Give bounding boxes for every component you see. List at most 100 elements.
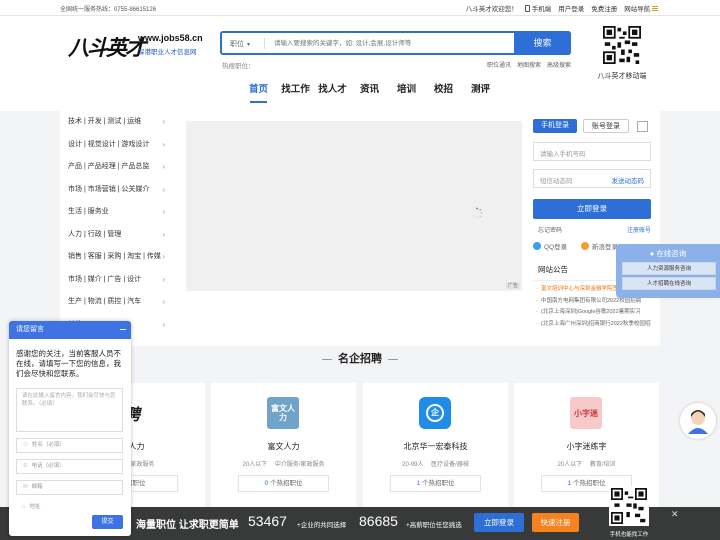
address-field[interactable]: ⌂ 地址 bbox=[16, 501, 123, 516]
company-name: 北京华一宏泰科技 bbox=[403, 442, 468, 451]
search-type-select[interactable]: 职位 ▾ bbox=[230, 39, 250, 49]
consult-title: ● 在线咨询 bbox=[619, 247, 717, 260]
qr-code-icon bbox=[603, 26, 641, 64]
category-item[interactable]: 生产 | 物流 | 质控 | 汽车 › bbox=[60, 291, 175, 314]
site-logo[interactable]: 八斗英才 www.jobs58.cn 深港职业人才信息网 bbox=[68, 32, 203, 60]
search-type-label: 职位 bbox=[230, 41, 244, 48]
phone-field[interactable]: ✆ 电话（必填） bbox=[16, 459, 123, 474]
weibo-label: 新浪登录 bbox=[592, 244, 618, 251]
menu-icon bbox=[652, 6, 658, 11]
send-code-button[interactable]: 发送动态码 bbox=[612, 175, 645, 185]
company-card[interactable]: 企 北京华一宏泰科技 20-99人 医疗设备/器械 1 个热招职位 bbox=[363, 383, 508, 508]
logo-sub: 深港职业人才信息网 bbox=[138, 49, 197, 56]
category-label: 市场 | 市场营销 | 公关媒介 bbox=[68, 185, 150, 193]
company-meta: 20人以下 教育/培训 bbox=[557, 462, 616, 468]
category-list: 技术 | 开发 | 测试 | 运维 › 设计 | 视觉设计 | 游戏设计 › 产品 … bbox=[60, 111, 175, 346]
mail-icon: ✉ bbox=[23, 484, 28, 490]
category-item[interactable]: 设计 | 视觉设计 | 游戏设计 › bbox=[60, 134, 175, 157]
nav-find-job[interactable]: 找工作 bbox=[277, 83, 314, 109]
tab-account-login[interactable]: 账号登录 bbox=[583, 119, 629, 133]
category-item[interactable]: 销售 | 客服 | 采购 | 淘宝 | 传媒 › bbox=[60, 246, 175, 269]
banner-slider[interactable]: 广告 bbox=[186, 121, 522, 291]
advanced-search-link[interactable]: 高级搜索 bbox=[547, 60, 571, 69]
company-count-text: +企业的共同选择 bbox=[297, 522, 347, 529]
logo-url: www.jobs58.cn bbox=[138, 33, 203, 43]
service-agent-icon bbox=[688, 410, 708, 434]
chevron-right-icon: › bbox=[162, 229, 165, 239]
jobs-count: 0 bbox=[264, 480, 269, 487]
jobs-count: 1 bbox=[416, 480, 421, 487]
chevron-right-icon: › bbox=[162, 319, 165, 329]
category-item[interactable]: 市场 | 媒介 | 广告 | 设计 › bbox=[60, 269, 175, 292]
bottom-login-button[interactable]: 立即登录 bbox=[474, 513, 524, 532]
phone-field-label: 电话（必填） bbox=[31, 463, 65, 469]
company-card[interactable]: 富文人力 富文人力 20人以下 中介服务/家政服务 0 个热招职位 bbox=[211, 383, 356, 508]
leave-message-widget: 请您留言 感谢您的关注，当前客服人员不在线，请填写一下您的信息，我们会尽快和您联… bbox=[9, 321, 131, 536]
qr-login-icon[interactable] bbox=[637, 121, 648, 132]
job-newsletter-link[interactable]: 职位通讯 bbox=[487, 60, 511, 69]
register-account-link[interactable]: 注册账号 bbox=[627, 225, 651, 234]
map-search-link[interactable]: 地图搜索 bbox=[517, 60, 541, 69]
category-label: 生产 | 物流 | 质控 | 汽车 bbox=[68, 298, 142, 305]
search-input[interactable] bbox=[274, 37, 514, 50]
nav-news[interactable]: 资讯 bbox=[351, 83, 388, 109]
message-submit-button[interactable]: 提交 bbox=[92, 515, 123, 529]
phone-input[interactable]: 请输入手机号码 bbox=[533, 142, 651, 161]
customer-service-avatar[interactable] bbox=[680, 403, 716, 439]
nav-find-talent[interactable]: 找人才 bbox=[314, 83, 351, 109]
bottom-register-button[interactable]: 快速注册 bbox=[532, 513, 579, 532]
name-field[interactable]: ⚇ 姓名（必填） bbox=[16, 438, 123, 453]
login-panel: 手机登录 账号登录 请输入手机号码 短信动态码 发送动态码 立即登录 bbox=[533, 119, 651, 224]
company-jobs[interactable]: 0 个热招职位 bbox=[238, 475, 329, 492]
category-label: 人力 | 行政 | 管理 bbox=[68, 230, 122, 238]
qq-login-link[interactable]: QQ登录 bbox=[533, 241, 567, 251]
company-jobs[interactable]: 1 个热招职位 bbox=[390, 475, 481, 492]
top-links: 八斗英才欢迎您！ 手机端 用户登录 免费注册 网站导航 bbox=[466, 3, 658, 13]
loading-spinner-icon bbox=[473, 207, 483, 219]
message-intro: 感谢您的关注，当前客服人员不在线，请填写一下您的信息，我们会尽快和您联系。 bbox=[16, 349, 121, 378]
service-hotline: 全国统一服务热线：0755-86615126 bbox=[60, 7, 157, 13]
forgot-password-link[interactable]: 忘记密码 bbox=[538, 225, 562, 234]
nav-campus[interactable]: 校招 bbox=[425, 83, 462, 109]
minimize-icon[interactable] bbox=[120, 329, 126, 330]
tab-phone-login[interactable]: 手机登录 bbox=[533, 119, 577, 133]
message-header: 请您留言 bbox=[9, 321, 131, 339]
login-tabs: 手机登录 账号登录 bbox=[533, 119, 629, 133]
category-label: 设计 | 视觉设计 | 游戏设计 bbox=[68, 140, 150, 148]
consult-title-text: 在线咨询 bbox=[656, 249, 687, 258]
email-field[interactable]: ✉ 邮箱 bbox=[16, 480, 123, 495]
category-item[interactable]: 产品 | 产品经理 | 产品总监 › bbox=[60, 156, 175, 179]
chevron-right-icon: › bbox=[162, 297, 165, 306]
user-login-link[interactable]: 用户登录 bbox=[558, 3, 584, 13]
search-links: 职位通讯 地图搜索 高级搜索 bbox=[487, 60, 571, 69]
site-nav-link[interactable]: 网站导航 bbox=[624, 3, 658, 13]
notice-item[interactable]: (北京上海深圳)Google谷歌2022暑期实习 bbox=[533, 307, 651, 319]
chevron-right-icon: › bbox=[162, 162, 165, 171]
category-item[interactable]: 市场 | 市场营销 | 公关媒介 › bbox=[60, 179, 175, 202]
consult-recruit-button[interactable]: 人才招聘在线咨询 bbox=[622, 277, 716, 290]
phone-icon bbox=[524, 5, 530, 12]
notice-item[interactable]: (北京上海广州深圳)招商银行2022秋季校园招聘 bbox=[533, 319, 651, 331]
sms-code-input[interactable]: 短信动态码 发送动态码 bbox=[533, 169, 651, 188]
jobs-label: 个热招职位 bbox=[572, 480, 606, 487]
weibo-login-link[interactable]: 新浪登录 bbox=[581, 241, 618, 251]
nav-training[interactable]: 培训 bbox=[388, 83, 425, 109]
jobs-label: 个热招职位 bbox=[269, 480, 303, 487]
nav-assessment[interactable]: 测评 bbox=[462, 83, 499, 109]
message-textarea[interactable]: 请在此输入留言内容，我们会尽快与您联系。（必填） bbox=[16, 388, 123, 432]
category-item[interactable]: 人力 | 行政 | 管理 › bbox=[60, 224, 175, 247]
welcome-text: 八斗英才欢迎您！ bbox=[465, 6, 518, 13]
mobile-label: 手机端 bbox=[531, 6, 552, 13]
login-button[interactable]: 立即登录 bbox=[533, 199, 651, 219]
category-item[interactable]: 技术 | 开发 | 测试 | 运维 › bbox=[60, 111, 175, 134]
chevron-right-icon: › bbox=[162, 184, 165, 194]
bottom-qr bbox=[609, 486, 649, 526]
register-link[interactable]: 免费注册 bbox=[591, 3, 617, 13]
chevron-right-icon: › bbox=[162, 252, 165, 261]
search-button[interactable]: 搜索 bbox=[514, 31, 571, 55]
category-item[interactable]: 生活 | 服务业 › bbox=[60, 201, 175, 224]
nav-home[interactable]: 首页 bbox=[240, 83, 277, 109]
mobile-link[interactable]: 手机端 bbox=[524, 3, 552, 13]
consult-hr-button[interactable]: 人力资源服务咨询 bbox=[622, 262, 716, 275]
close-icon[interactable]: ✕ bbox=[671, 509, 679, 520]
